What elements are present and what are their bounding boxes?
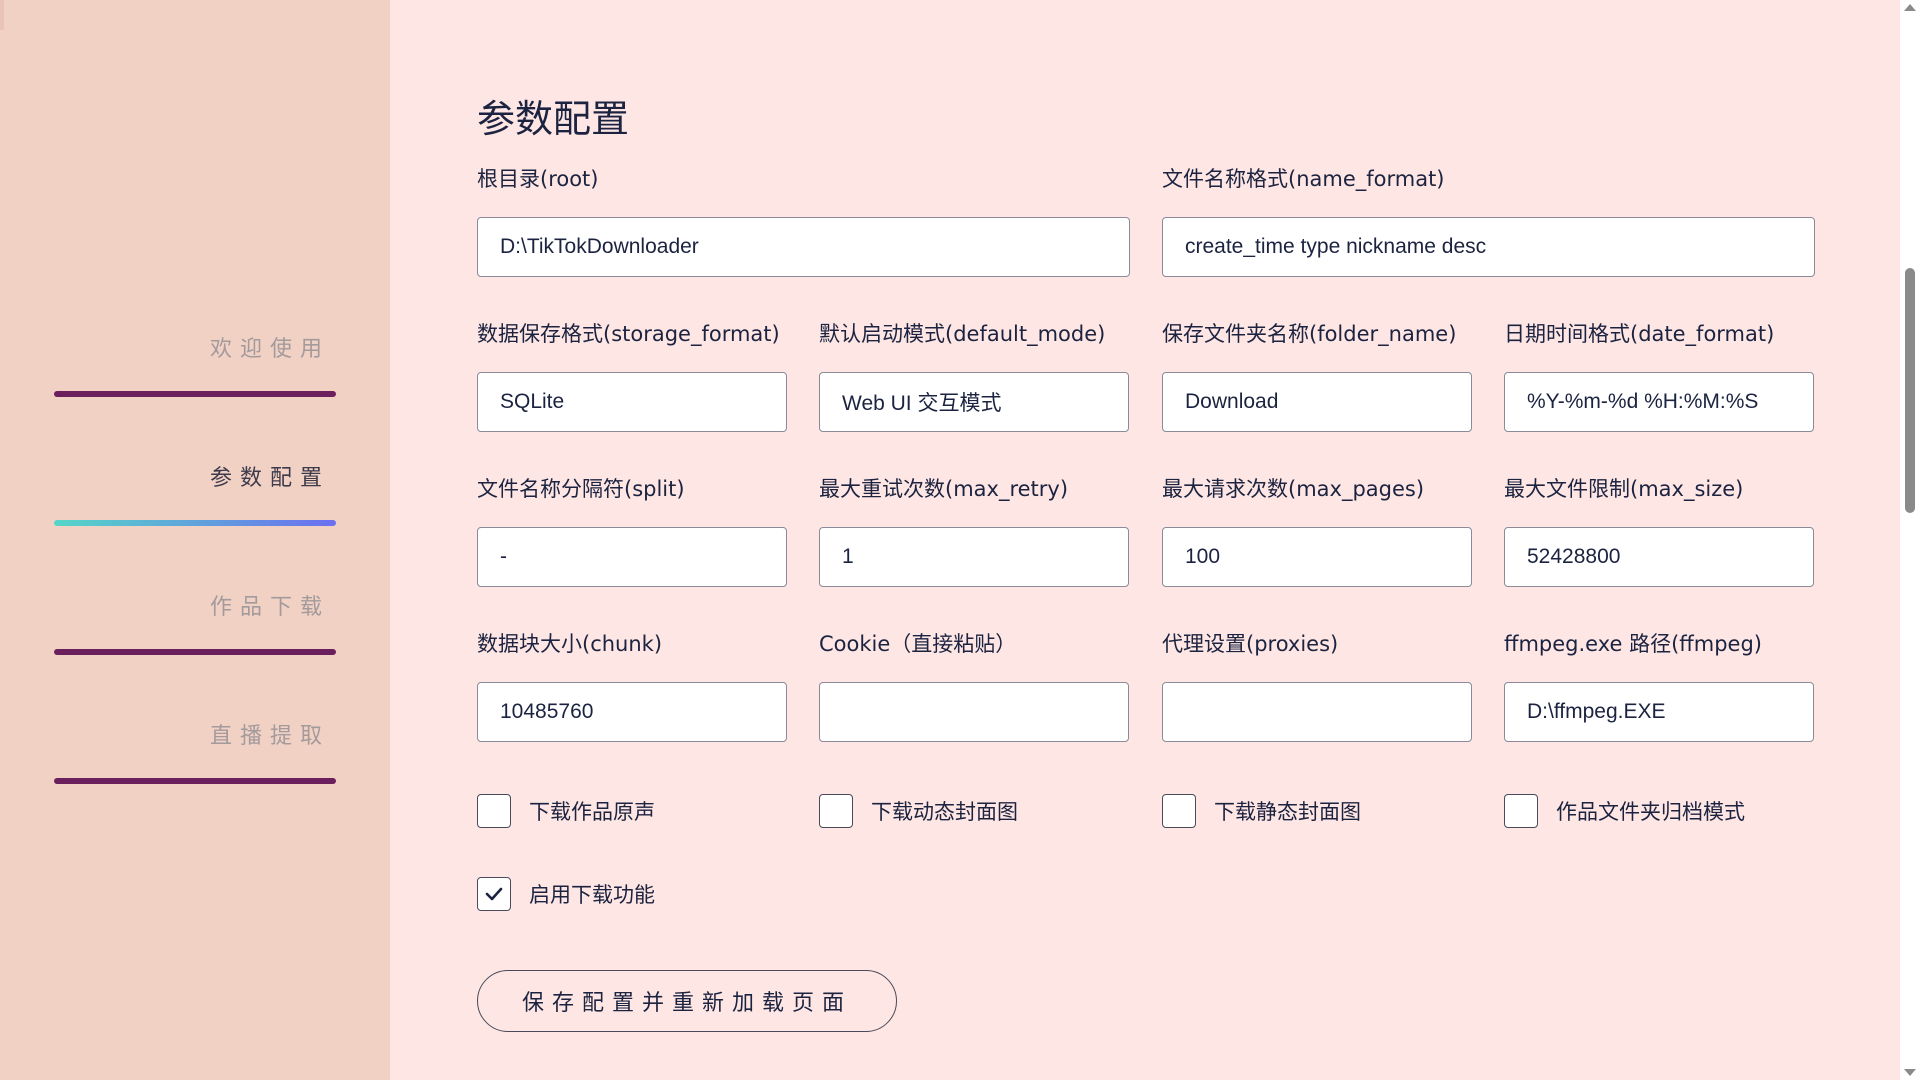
sidebar: 欢迎使用 参数配置 作品下载 直播提取 — [0, 0, 390, 1080]
default-mode-input[interactable] — [819, 372, 1129, 432]
split-label: 文件名称分隔符(split) — [477, 477, 685, 501]
ffmpeg-label: ffmpeg.exe 路径(ffmpeg) — [1504, 632, 1762, 656]
sidebar-item-settings[interactable]: 参数配置 — [54, 460, 336, 526]
default-mode-label: 默认启动模式(default_mode) — [819, 322, 1106, 346]
chunk-label: 数据块大小(chunk) — [477, 632, 663, 656]
sidebar-item-label: 直播提取 — [209, 724, 330, 749]
max-pages-field: 最大请求次数(max_pages) — [1162, 473, 1472, 587]
sidebar-item-underline — [54, 649, 336, 655]
dynamic-cover-checkbox-row[interactable]: 下载动态封面图 — [819, 794, 1018, 828]
date-format-label: 日期时间格式(date_format) — [1504, 322, 1775, 346]
max-retry-field: 最大重试次数(max_retry) — [819, 473, 1129, 587]
date-format-input[interactable] — [1504, 372, 1814, 432]
ffmpeg-input[interactable] — [1504, 682, 1814, 742]
max-pages-input[interactable] — [1162, 527, 1472, 587]
max-size-label: 最大文件限制(max_size) — [1504, 477, 1744, 501]
page-scrollbar[interactable] — [1900, 0, 1920, 1080]
storage-format-input[interactable] — [477, 372, 787, 432]
scrollbar-thumb[interactable] — [1905, 268, 1915, 513]
max-pages-label: 最大请求次数(max_pages) — [1162, 477, 1425, 501]
check-icon — [485, 887, 503, 901]
split-field: 文件名称分隔符(split) — [477, 473, 787, 587]
sidebar-item-label: 作品下载 — [209, 595, 330, 620]
max-size-input[interactable] — [1504, 527, 1814, 587]
save-config-button[interactable]: 保存配置并重新加载页面 — [477, 970, 897, 1032]
proxies-label: 代理设置(proxies) — [1162, 632, 1339, 656]
dynamic-cover-checkbox[interactable] — [819, 794, 853, 828]
sidebar-item-label: 参数配置 — [209, 466, 330, 491]
sidebar-item-download[interactable]: 作品下载 — [54, 589, 336, 655]
download-checkbox[interactable] — [477, 877, 511, 911]
sidebar-item-underline — [54, 391, 336, 397]
arrow-down-icon[interactable] — [1904, 1069, 1916, 1076]
folder-mode-checkbox-row[interactable]: 作品文件夹归档模式 — [1504, 794, 1745, 828]
folder-name-input[interactable] — [1162, 372, 1472, 432]
download-checkbox-label: 启用下载功能 — [529, 883, 655, 907]
max-size-field: 最大文件限制(max_size) — [1504, 473, 1814, 587]
dynamic-cover-checkbox-label: 下载动态封面图 — [871, 800, 1018, 824]
folder-name-label: 保存文件夹名称(folder_name) — [1162, 322, 1457, 346]
music-checkbox[interactable] — [477, 794, 511, 828]
app-window: 欢迎使用 参数配置 作品下载 直播提取 参数配置 根目录(root) 文件名称格… — [0, 0, 1920, 1080]
chunk-field: 数据块大小(chunk) — [477, 628, 787, 742]
ffmpeg-field: ffmpeg.exe 路径(ffmpeg) — [1504, 628, 1814, 742]
storage-format-label: 数据保存格式(storage_format) — [477, 322, 780, 346]
sidebar-edge-mark — [0, 0, 4, 30]
folder-mode-checkbox[interactable] — [1504, 794, 1538, 828]
sidebar-item-label: 欢迎使用 — [209, 337, 330, 362]
cookie-label: Cookie（直接粘贴） — [819, 632, 1017, 656]
music-checkbox-label: 下载作品原声 — [529, 800, 655, 824]
storage-format-field: 数据保存格式(storage_format) — [477, 318, 787, 432]
static-cover-checkbox-row[interactable]: 下载静态封面图 — [1162, 794, 1361, 828]
root-field: 根目录(root) — [477, 163, 1130, 277]
folder-mode-checkbox-label: 作品文件夹归档模式 — [1556, 800, 1745, 824]
proxies-input[interactable] — [1162, 682, 1472, 742]
date-format-field: 日期时间格式(date_format) — [1504, 318, 1814, 432]
static-cover-checkbox[interactable] — [1162, 794, 1196, 828]
folder-name-field: 保存文件夹名称(folder_name) — [1162, 318, 1472, 432]
root-label: 根目录(root) — [477, 167, 599, 191]
name-format-label: 文件名称格式(name_format) — [1162, 167, 1445, 191]
split-input[interactable] — [477, 527, 787, 587]
cookie-input[interactable] — [819, 682, 1129, 742]
sidebar-item-welcome[interactable]: 欢迎使用 — [54, 331, 336, 397]
page-title: 参数配置 — [477, 97, 630, 141]
proxies-field: 代理设置(proxies) — [1162, 628, 1472, 742]
cookie-field: Cookie（直接粘贴） — [819, 628, 1129, 742]
sidebar-item-underline — [54, 778, 336, 784]
max-retry-input[interactable] — [819, 527, 1129, 587]
max-retry-label: 最大重试次数(max_retry) — [819, 477, 1069, 501]
default-mode-field: 默认启动模式(default_mode) — [819, 318, 1129, 432]
name-format-input[interactable] — [1162, 217, 1815, 277]
arrow-up-icon[interactable] — [1904, 4, 1916, 11]
download-checkbox-row[interactable]: 启用下载功能 — [477, 877, 655, 911]
sidebar-item-live[interactable]: 直播提取 — [54, 718, 336, 784]
static-cover-checkbox-label: 下载静态封面图 — [1214, 800, 1361, 824]
name-format-field: 文件名称格式(name_format) — [1162, 163, 1815, 277]
root-input[interactable] — [477, 217, 1130, 277]
music-checkbox-row[interactable]: 下载作品原声 — [477, 794, 655, 828]
chunk-input[interactable] — [477, 682, 787, 742]
sidebar-item-underline-active — [54, 520, 336, 526]
